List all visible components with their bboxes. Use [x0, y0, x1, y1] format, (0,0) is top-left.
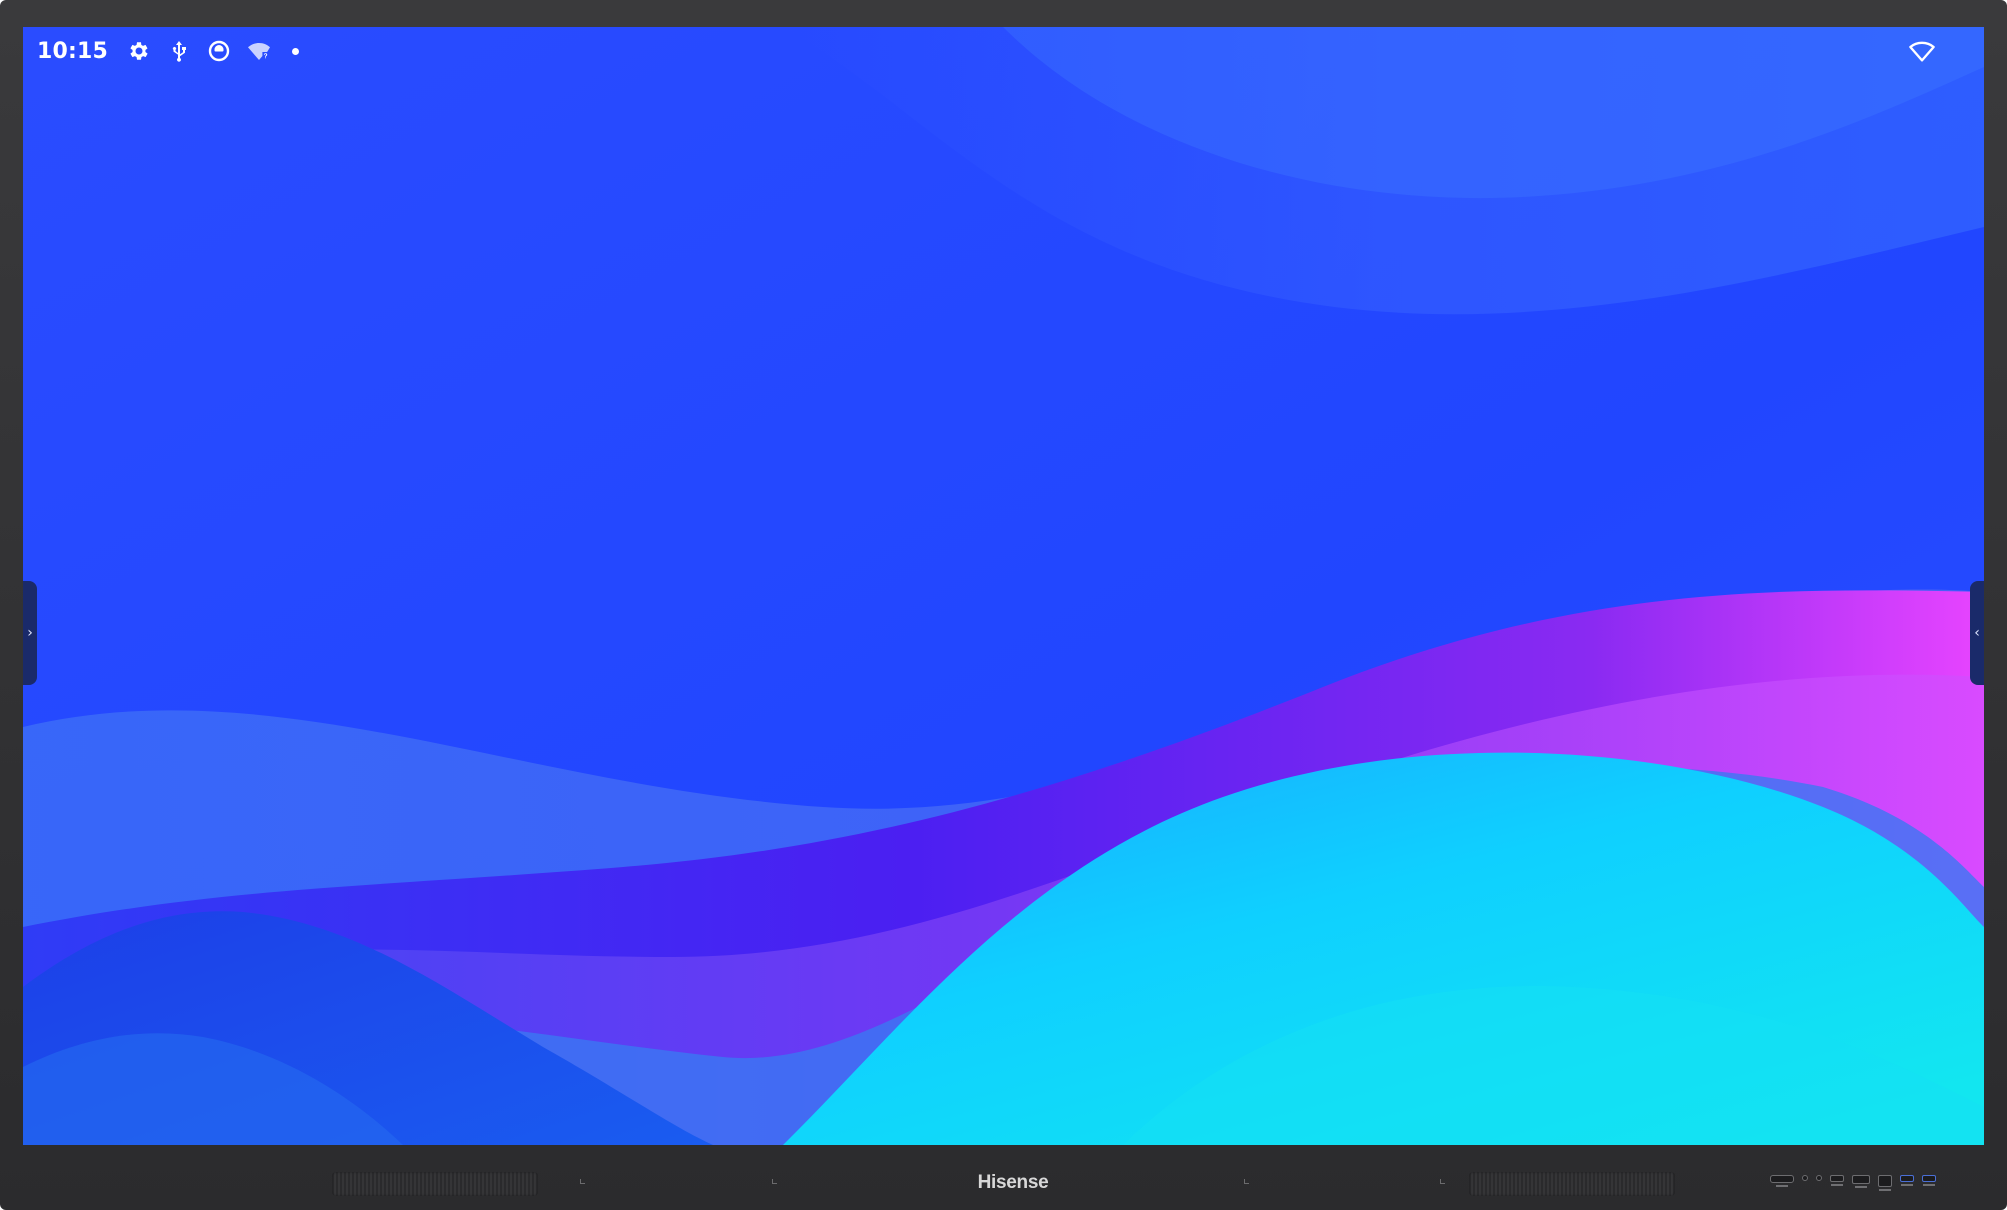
status-bar-left: 10:15 — [37, 35, 300, 67]
indicator-port — [1816, 1175, 1822, 1181]
screen-record-icon[interactable] — [206, 38, 232, 64]
usb-port — [1922, 1175, 1936, 1186]
left-edge-handle[interactable]: › — [23, 581, 37, 685]
wallpaper — [23, 27, 1984, 1145]
home-screen[interactable]: 10:15 › ‹ — [23, 27, 1984, 1145]
chevron-right-icon: › — [27, 625, 33, 641]
right-edge-handle[interactable]: ‹ — [1970, 581, 1984, 685]
gear-icon[interactable] — [126, 38, 152, 64]
usb-icon[interactable] — [166, 38, 192, 64]
bezel-mark — [1244, 1179, 1249, 1184]
bezel-mark — [580, 1179, 585, 1184]
right-speaker-grille — [1469, 1172, 1675, 1196]
usb-port — [1900, 1175, 1914, 1186]
front-ports — [1770, 1175, 1936, 1193]
indicator-port — [1802, 1175, 1808, 1181]
brand-logo: Hisense — [977, 1172, 1049, 1193]
usb-port — [1830, 1175, 1844, 1186]
hdmi-port — [1852, 1175, 1870, 1188]
bezel-mark — [1440, 1179, 1445, 1184]
left-speaker-grille — [332, 1172, 538, 1196]
bottom-bezel: Hisense — [0, 1145, 2007, 1210]
touch-usb-port — [1878, 1175, 1892, 1191]
bezel-mark — [772, 1179, 777, 1184]
wifi-icon[interactable] — [1908, 37, 1936, 65]
chevron-left-icon: ‹ — [1974, 625, 1980, 641]
usb-c-port — [1770, 1175, 1794, 1187]
wifi-unknown-icon[interactable] — [246, 38, 272, 64]
status-bar: 10:15 — [23, 27, 1984, 75]
clock: 10:15 — [37, 38, 109, 64]
notification-dot-icon — [292, 47, 300, 55]
display-frame: 10:15 › ‹ Hisense — [0, 0, 2007, 1210]
